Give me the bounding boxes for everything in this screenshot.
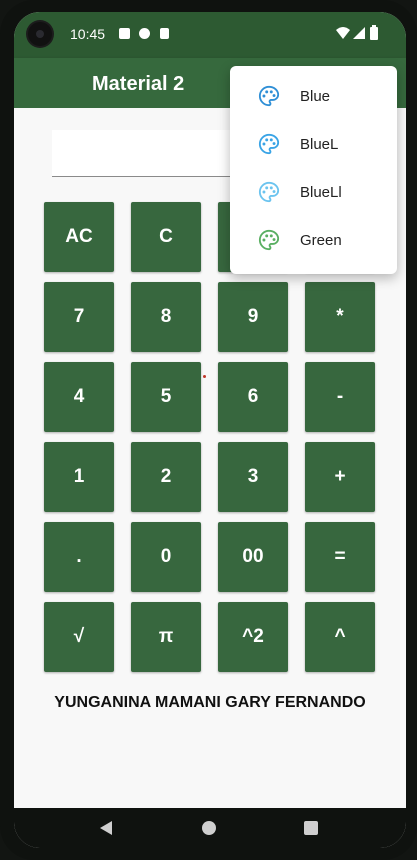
author-name: YUNGANINA MAMANI GARY FERNANDO xyxy=(54,694,366,711)
key-00[interactable]: 00 xyxy=(218,522,288,592)
key-minus[interactable]: - xyxy=(305,362,375,432)
status-time: 10:45 xyxy=(70,26,106,42)
key-plus[interactable]: + xyxy=(305,442,375,512)
key-0[interactable]: 0 xyxy=(131,522,201,592)
touch-indicator xyxy=(203,375,206,378)
menu-item-blue[interactable]: Blue xyxy=(230,72,397,120)
key-multiply[interactable]: * xyxy=(305,282,375,352)
key-sqrt[interactable]: √ xyxy=(44,602,114,672)
key-2[interactable]: 2 xyxy=(131,442,201,512)
key-7[interactable]: 7 xyxy=(44,282,114,352)
key-power[interactable]: ^ xyxy=(305,602,375,672)
key-9[interactable]: 9 xyxy=(218,282,288,352)
recents-icon[interactable] xyxy=(304,821,318,835)
camera-icon xyxy=(28,22,52,46)
key-3[interactable]: 3 xyxy=(218,442,288,512)
menu-item-bluel[interactable]: BlueL xyxy=(230,120,397,168)
status-bar: 10:45 xyxy=(14,12,406,58)
sd-card-icon xyxy=(160,28,169,39)
signal-icon xyxy=(353,27,365,39)
key-square[interactable]: ^2 xyxy=(218,602,288,672)
theme-menu: Blue BlueL BlueLl Green xyxy=(230,66,397,274)
battery-icon xyxy=(370,25,378,40)
key-1[interactable]: 1 xyxy=(44,442,114,512)
palette-icon xyxy=(258,181,280,203)
menu-item-label: Green xyxy=(300,231,342,249)
notification-f-icon xyxy=(139,28,150,39)
menu-item-label: BlueLl xyxy=(300,183,342,201)
key-4[interactable]: 4 xyxy=(44,362,114,432)
navigation-bar xyxy=(14,808,406,848)
app-title: Material 2 xyxy=(92,73,185,95)
menu-item-label: BlueL xyxy=(300,135,339,153)
menu-item-green[interactable]: Green xyxy=(230,216,397,264)
menu-item-label: Blue xyxy=(300,87,331,105)
key-5[interactable]: 5 xyxy=(131,362,201,432)
wifi-icon xyxy=(336,27,350,39)
key-8[interactable]: 8 xyxy=(131,282,201,352)
back-icon[interactable] xyxy=(100,821,112,835)
palette-icon xyxy=(258,85,280,107)
home-icon[interactable] xyxy=(202,821,216,835)
palette-icon xyxy=(258,229,280,251)
notification-a-icon xyxy=(119,28,130,39)
key-c[interactable]: C xyxy=(131,202,201,272)
key-ac[interactable]: AC xyxy=(44,202,114,272)
palette-icon xyxy=(258,133,280,155)
menu-item-bluell[interactable]: BlueLl xyxy=(230,168,397,216)
key-equals[interactable]: = xyxy=(305,522,375,592)
screen: 10:45 Material 2 AC C 7 8 9 * 4 5 6-1 2 3 +. 0 00 = √ π ^… xyxy=(14,12,406,848)
key-6[interactable]: 6 xyxy=(218,362,288,432)
key-pi[interactable]: π xyxy=(131,602,201,672)
key-decimal[interactable]: . xyxy=(44,522,114,592)
phone-frame: 10:45 Material 2 AC C 7 8 9 * 4 5 6-1 2 3 +. 0 00 = √ π ^… xyxy=(0,0,417,860)
